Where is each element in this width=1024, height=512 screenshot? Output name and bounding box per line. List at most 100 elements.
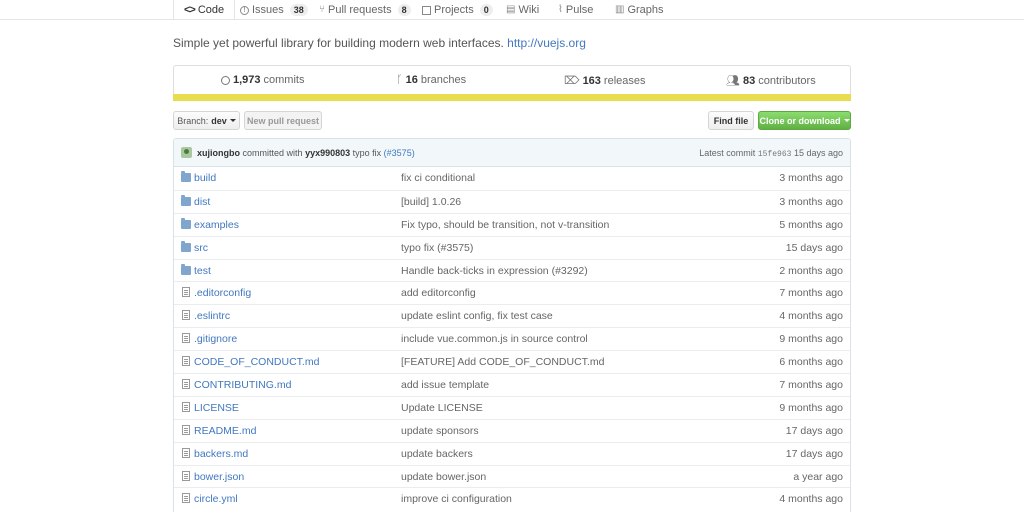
contributors-link[interactable]: 👥︎ 83 contributors	[726, 74, 816, 88]
tab-pulse[interactable]: ⌇ Pulse	[558, 0, 593, 20]
people-icon: 👥︎	[726, 75, 740, 87]
commit-sha[interactable]: 15fe963	[758, 150, 792, 159]
file-name-link[interactable]: LICENSE	[194, 402, 239, 414]
file-icon	[182, 333, 190, 344]
tab-issues[interactable]: ! Issues 38	[240, 0, 308, 20]
commit-message-link[interactable]: update backers	[401, 448, 473, 460]
issue-icon: !	[240, 5, 249, 15]
file-name-link[interactable]: circle.yml	[194, 493, 238, 505]
file-name-link[interactable]: src	[194, 242, 208, 254]
commit-age: a year ago	[793, 470, 843, 483]
file-name-link[interactable]: .editorconfig	[194, 287, 251, 299]
commit-summary: xujiongbo committed with yyx990803 typo …	[197, 148, 415, 158]
commit-message-link[interactable]: add editorconfig	[401, 287, 476, 299]
table-row: LICENSE Update LICENSE 9 months ago	[174, 395, 850, 419]
commit-message-link[interactable]: Update LICENSE	[401, 402, 483, 414]
commit-message-link[interactable]: typo fix (#3575)	[401, 242, 473, 254]
file-icon	[182, 470, 190, 481]
commit-message-link[interactable]: update bower.json	[401, 471, 486, 483]
table-row: CONTRIBUTING.md add issue template 7 month…	[174, 373, 850, 396]
tab-projects[interactable]: Projects 0	[422, 0, 493, 20]
commits-label: commits	[263, 74, 305, 86]
folder-icon	[181, 194, 191, 206]
table-row: circle.yml improve ci configuration 4 mont…	[174, 487, 850, 510]
commit-message-link[interactable]: update eslint config, fix test case	[401, 310, 553, 322]
commits-link[interactable]: 1,973 commits	[221, 74, 304, 86]
avatar[interactable]	[181, 147, 192, 158]
clone-label: Clone or download	[759, 115, 841, 126]
file-name-link[interactable]: bower.json	[194, 471, 244, 483]
find-file-button[interactable]: Find file	[708, 111, 754, 130]
description-text: Simple yet powerful library for building…	[173, 36, 504, 50]
commit-age: 2 months ago	[779, 264, 843, 277]
contributors-count: 83	[742, 74, 756, 87]
releases-count: 163	[582, 74, 601, 87]
commits-count: 1,973	[233, 74, 261, 86]
file-name-link[interactable]: .eslintrc	[194, 310, 230, 322]
commit-message-link[interactable]: Handle back-ticks in expression (#3292)	[401, 265, 588, 277]
commit-meta: Latest commit 15fe963 15 days ago	[699, 148, 843, 159]
commit-issue-link[interactable]: (#3575)	[384, 148, 415, 158]
commit-message-link[interactable]: [FEATURE] Add CODE_OF_CONDUCT.md	[401, 356, 604, 368]
tab-code[interactable]: <> Code	[173, 0, 236, 19]
commit-age: 4 months ago	[779, 493, 843, 506]
new-pull-request-button[interactable]: New pull request	[244, 111, 322, 130]
commit-committer[interactable]: yyx990803	[305, 148, 350, 158]
graph-icon: ▥	[615, 4, 625, 15]
branches-label: branches	[420, 74, 467, 86]
commit-message-link[interactable]: Fix typo, should be transition, not v-tr…	[401, 219, 609, 231]
file-name-link[interactable]: CONTRIBUTING.md	[194, 379, 291, 391]
chevron-down-icon	[229, 119, 236, 122]
tab-pull-requests[interactable]: ⑂ Pull requests 8	[319, 0, 411, 20]
file-table: xujiongbo committed with yyx990803 typo …	[173, 138, 851, 512]
commit-message-link[interactable]: fix ci conditional	[401, 172, 475, 184]
wiki-icon: ▤	[506, 4, 516, 15]
commit-message-link[interactable]: add issue template	[401, 379, 489, 391]
table-row: .gitignore include vue.common.js in sourc…	[174, 327, 850, 350]
code-icon: <>	[184, 3, 196, 16]
commit-message-link[interactable]: update sponsors	[401, 425, 479, 437]
file-name-link[interactable]: backers.md	[194, 448, 248, 460]
issues-count: 38	[289, 4, 308, 16]
commit-message-link[interactable]: [build] 1.0.26	[401, 196, 461, 208]
releases-label: releases	[603, 74, 646, 87]
commit-age: 5 months ago	[779, 218, 843, 231]
commit-message-link[interactable]: improve ci configuration	[401, 493, 512, 505]
branch-select-button[interactable]: Branch: dev	[173, 111, 240, 130]
branches-link[interactable]: ᚴ 16 branches	[396, 74, 466, 86]
pulse-icon: ⌇	[558, 4, 563, 15]
file-name-link[interactable]: CODE_OF_CONDUCT.md	[194, 356, 319, 368]
clone-download-button[interactable]: Clone or download	[758, 111, 851, 130]
folder-icon	[181, 240, 191, 252]
tab-wiki[interactable]: ▤ Wiki	[506, 0, 539, 20]
commit-age: 15 days ago	[785, 241, 843, 254]
file-name-link[interactable]: examples	[194, 219, 239, 231]
file-name-link[interactable]: README.md	[194, 425, 256, 437]
homepage-link[interactable]: http://vuejs.org	[507, 36, 586, 50]
file-name-link[interactable]: dist	[194, 196, 210, 208]
commit-message[interactable]: typo fix	[353, 148, 382, 158]
commit-verb: committed with	[242, 148, 303, 158]
commit-age: 6 months ago	[779, 356, 843, 369]
repo-nav: <> Code ! Issues 38 ⑂ Pull requests 8 Pr…	[0, 0, 1024, 20]
language-bar[interactable]	[173, 94, 851, 101]
tab-graphs[interactable]: ▥ Graphs	[615, 0, 664, 20]
table-row: .editorconfig add editorconfig 7 months ag…	[174, 281, 850, 304]
file-name-link[interactable]: build	[194, 172, 216, 184]
file-icon	[182, 310, 190, 321]
commit-author[interactable]: xujiongbo	[197, 148, 240, 158]
file-name-link[interactable]: test	[194, 265, 211, 277]
folder-icon	[181, 217, 191, 229]
table-row: examples Fix typo, should be transition, …	[174, 212, 850, 236]
branch-prefix: Branch:	[177, 115, 209, 126]
project-icon	[422, 5, 431, 15]
table-row: build fix ci conditional 3 months ago	[174, 167, 850, 190]
table-row: .eslintrc update eslint config, fix test …	[174, 304, 850, 327]
file-name-link[interactable]: .gitignore	[194, 333, 237, 345]
commit-message-link[interactable]: include vue.common.js in source control	[401, 333, 588, 345]
file-icon	[182, 493, 190, 504]
releases-link[interactable]: ⌦ 163 releases	[564, 74, 646, 88]
table-row: CODE_OF_CONDUCT.md [FEATURE] Add CODE_OF_…	[174, 350, 850, 373]
latest-commit-label: Latest commit	[699, 148, 756, 158]
repo-description: Simple yet powerful library for building…	[173, 36, 586, 50]
